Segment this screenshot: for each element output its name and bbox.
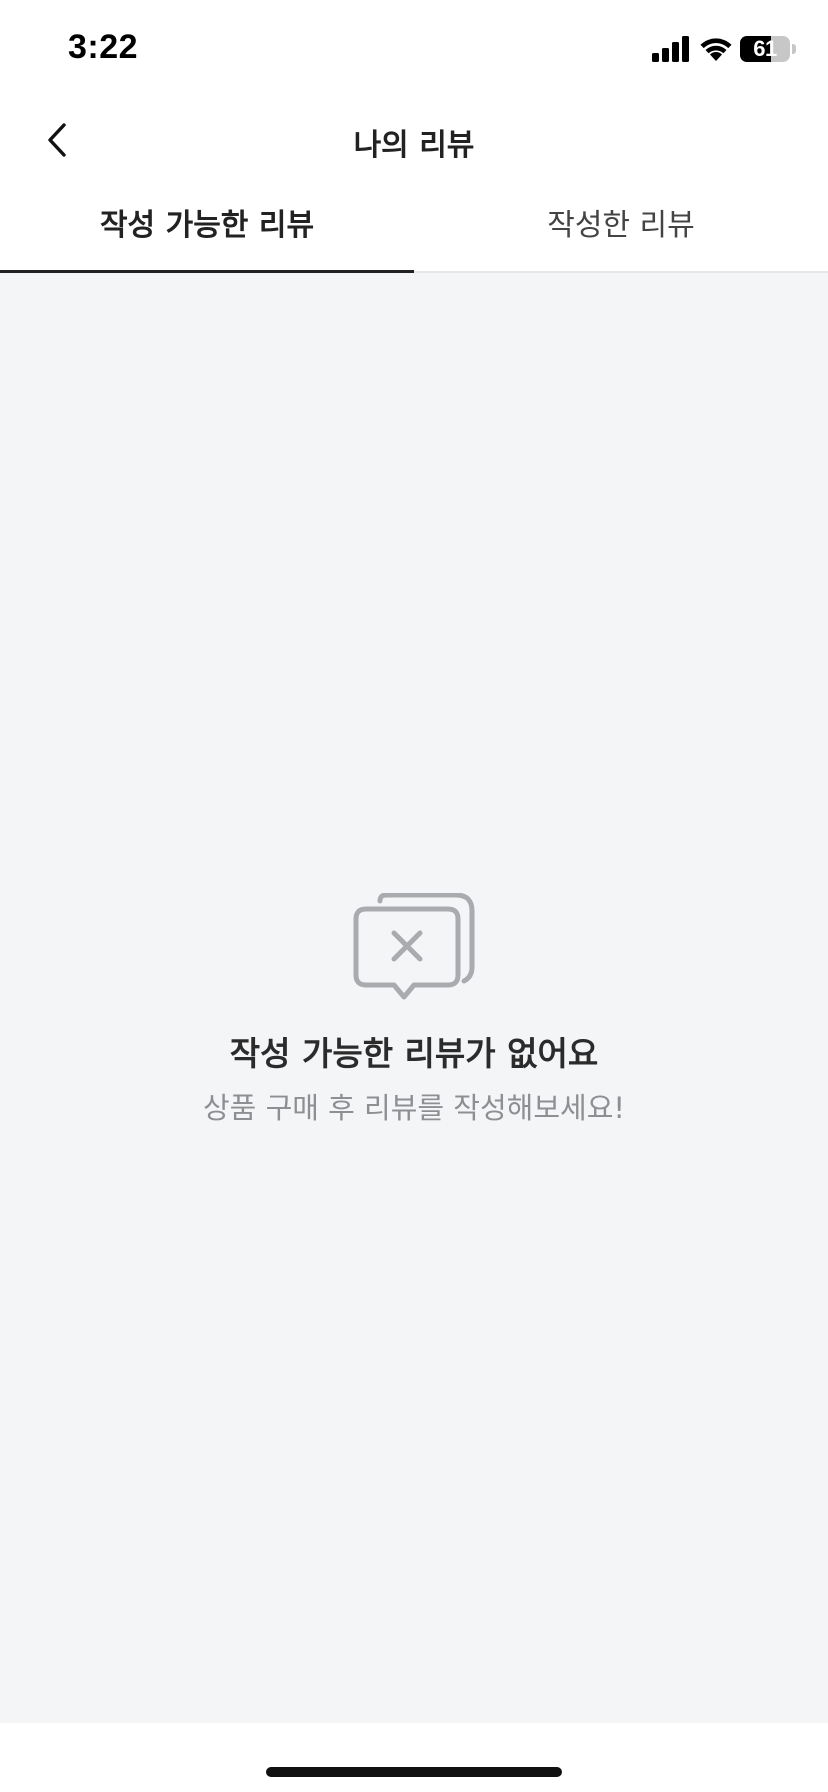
- wifi-icon: [700, 38, 732, 61]
- tab-written[interactable]: 작성한 리뷰: [414, 180, 828, 271]
- tab-label: 작성 가능한 리뷰: [99, 207, 315, 243]
- battery-level: 61: [753, 36, 777, 61]
- tab-bar: 작성 가능한 리뷰 작성한 리뷰: [0, 180, 828, 273]
- tab-reviewable[interactable]: 작성 가능한 리뷰: [0, 180, 414, 273]
- battery-icon: 61: [740, 36, 790, 62]
- nav-bar: 나의 리뷰: [0, 100, 828, 180]
- tab-label: 작성한 리뷰: [547, 207, 695, 243]
- empty-state: 작성 가능한 리뷰가 없어요 상품 구매 후 리뷰를 작성해보세요!: [0, 893, 828, 1127]
- empty-state-subtitle: 상품 구매 후 리뷰를 작성해보세요!: [202, 1091, 626, 1125]
- home-indicator-area: [0, 1723, 828, 1792]
- screen: 3:22 61 나의 리뷰 작성 가능한 리뷰 작성한 리뷰 작성 가능한 리뷰…: [0, 0, 828, 1792]
- home-indicator[interactable]: [266, 1767, 562, 1777]
- cellular-signal-icon: [652, 36, 689, 62]
- status-time: 3:22: [68, 28, 139, 66]
- review-list-area: 작성 가능한 리뷰가 없어요 상품 구매 후 리뷰를 작성해보세요!: [0, 273, 828, 1723]
- status-bar: 3:22 61: [0, 0, 828, 100]
- page-title: 나의 리뷰: [353, 128, 475, 163]
- empty-state-title: 작성 가능한 리뷰가 없어요: [229, 1034, 599, 1073]
- battery-cap: [792, 44, 796, 54]
- chat-bubble-x-icon: [353, 893, 475, 1000]
